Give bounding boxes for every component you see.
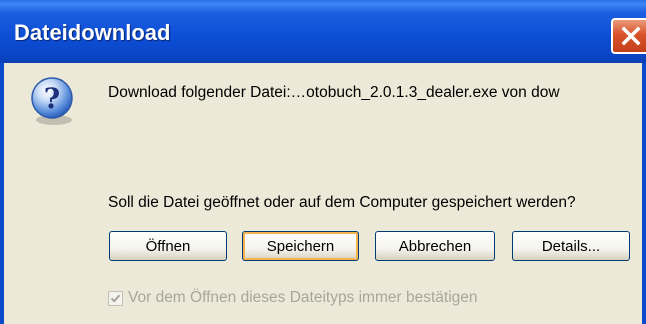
download-dialog: Dateidownload ? Download folgender Datei…: [0, 0, 646, 324]
dialog-title: Dateidownload: [14, 20, 171, 45]
file-name-text: Download folgender Datei:…otobuch_2.0.1.…: [108, 84, 560, 101]
open-button[interactable]: Öffnen: [109, 231, 227, 261]
confirm-checkbox-label: Vor dem Öffnen dieses Dateityps immer be…: [128, 289, 478, 306]
download-prompt: Soll die Datei geöffnet oder auf dem Com…: [108, 194, 576, 211]
cancel-button[interactable]: Abbrechen: [375, 231, 495, 261]
details-button[interactable]: Details...: [512, 231, 630, 261]
svg-text:?: ?: [44, 82, 60, 115]
checkmark-icon: [110, 294, 121, 303]
title-bar[interactable]: Dateidownload: [0, 0, 646, 63]
confirm-checkbox[interactable]: [108, 290, 123, 306]
question-icon: ?: [31, 77, 73, 125]
close-icon: [621, 26, 641, 46]
save-button[interactable]: Speichern: [242, 231, 359, 261]
window-frame-right: [642, 63, 646, 324]
close-button[interactable]: [611, 18, 646, 54]
window-frame-left: [0, 63, 4, 324]
confirm-checkbox-row: Vor dem Öffnen dieses Dateityps immer be…: [108, 287, 478, 309]
